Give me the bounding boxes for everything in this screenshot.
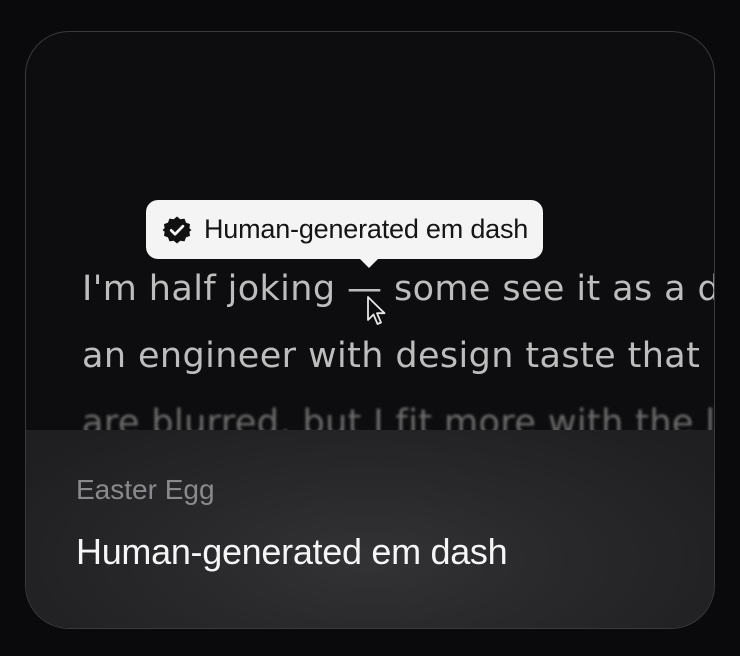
tooltip-label: Human-generated em dash [204,214,529,244]
verified-badge-icon [162,216,192,243]
card-footer: Easter Egg Human-generated em dash [26,430,714,628]
footer-kicker: Easter Egg [76,474,215,505]
passage-line-1-before: I'm half joking [82,269,348,309]
easter-egg-card[interactable]: I'm half joking — some see it as a d an … [25,31,715,629]
passage-line-2: an engineer with design taste that [82,336,701,376]
em-dash-tooltip: Human-generated em dash [146,200,544,268]
pointer-cursor-icon [367,296,386,325]
passage-line-1: I'm half joking — some see it as a d [82,264,715,314]
footer-title: Human-generated em dash [76,531,508,572]
passage-line-1-after: some see it as a d [382,269,715,309]
